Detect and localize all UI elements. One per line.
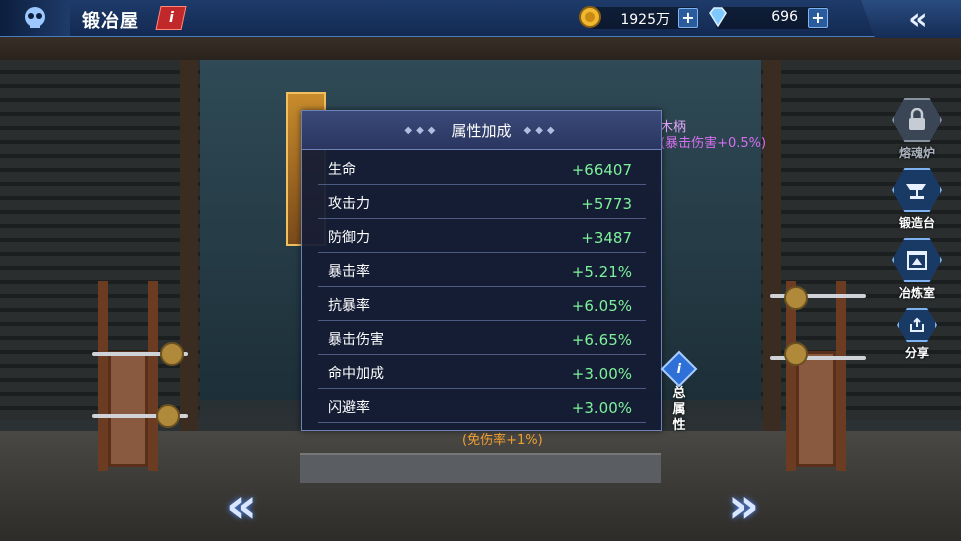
- attr-row-crit-damage: 暴击伤害 +6.65%: [318, 321, 646, 355]
- gold-value: 1925万: [620, 12, 670, 28]
- side-menu-label: 锻造台: [898, 216, 935, 230]
- add-diamond-button[interactable]: +: [808, 8, 828, 28]
- attr-name: 生命: [328, 162, 356, 178]
- next-page-chevron-icon[interactable]: »: [728, 482, 759, 530]
- floor-platform: [300, 453, 661, 483]
- katana-guard-left-1: [160, 342, 184, 366]
- prev-page-chevron-icon[interactable]: «: [226, 482, 257, 530]
- attr-value: +5773: [581, 195, 632, 213]
- total-attributes-button[interactable]: i 总属性: [660, 350, 698, 434]
- info-icon: i: [168, 10, 174, 26]
- attr-name: 攻击力: [328, 196, 370, 212]
- side-menu-forge-table[interactable]: 锻造台: [891, 168, 943, 231]
- share-icon: [897, 308, 937, 342]
- side-menu-label: 分享: [904, 346, 929, 360]
- anvil-icon: [892, 168, 942, 212]
- info-diamond-icon: i: [660, 350, 698, 388]
- top-bar: 锻冶屋 i 1925万 + 696 + «: [0, 0, 961, 38]
- side-menu-label: 冶炼室: [898, 286, 935, 300]
- attr-value: +3487: [581, 229, 632, 247]
- side-menu-soul-furnace[interactable]: 熔魂炉: [891, 98, 943, 161]
- panel-title: 属性加成: [451, 121, 512, 140]
- attr-name: 防御力: [328, 230, 370, 246]
- attr-name: 抗暴率: [328, 298, 370, 314]
- attr-value: +3.00%: [571, 365, 632, 383]
- attribute-bonus-panel: ◆◆◆ 属性加成 ◆◆◆ 生命 +66407 攻击力 +5773 防御力 +34…: [301, 110, 662, 431]
- left-pillar: [180, 60, 198, 440]
- skull-emblem-icon: [0, 0, 70, 36]
- katana-guard-right-2: [784, 342, 808, 366]
- attr-value: +6.05%: [571, 297, 632, 315]
- attr-row-defense: 防御力 +3487: [318, 219, 646, 253]
- coin-icon: [578, 5, 602, 29]
- info-button[interactable]: i: [155, 6, 187, 30]
- decoration-dots-icon: ◆◆◆: [523, 124, 559, 136]
- double-chevron-left-icon: «: [908, 1, 928, 37]
- attr-row-crit-resist: 抗暴率 +6.05%: [318, 287, 646, 321]
- attr-name: 暴击伤害: [328, 332, 384, 348]
- furnace-icon: [892, 238, 942, 282]
- side-menu-share[interactable]: 分享: [891, 308, 943, 361]
- side-menu-smelting-room[interactable]: 冶炼室: [891, 238, 943, 301]
- attr-value: +3.00%: [571, 399, 632, 417]
- attr-value: +66407: [571, 161, 632, 179]
- attr-value: +6.65%: [571, 331, 632, 349]
- page-title: 锻冶屋: [82, 11, 139, 32]
- total-attributes-label: 总属性: [672, 386, 686, 433]
- diamond-icon: [706, 5, 730, 29]
- equipment-bonus-partial: (暴击伤害+0.5%): [660, 136, 767, 151]
- right-pillar: [763, 60, 781, 440]
- attr-name: 暴击率: [328, 264, 370, 280]
- side-menu-label: 熔魂炉: [898, 146, 935, 160]
- panel-header: ◆◆◆ 属性加成 ◆◆◆: [302, 111, 661, 150]
- back-button[interactable]: «: [861, 0, 961, 38]
- lock-icon: [892, 98, 942, 142]
- attr-name: 闪避率: [328, 400, 370, 416]
- katana-guard-right-1: [784, 286, 808, 310]
- attr-row-attack: 攻击力 +5773: [318, 185, 646, 219]
- attr-name: 命中加成: [328, 366, 384, 382]
- sword-rack-left: [98, 281, 158, 471]
- attr-row-hp: 生命 +66407: [318, 151, 646, 185]
- decoration-dots-icon: ◆◆◆: [404, 124, 440, 136]
- attr-row-crit-rate: 暴击率 +5.21%: [318, 253, 646, 287]
- attr-row-hit-bonus: 命中加成 +3.00%: [318, 355, 646, 389]
- add-gold-button[interactable]: +: [678, 8, 698, 28]
- katana-guard-left-2: [156, 404, 180, 428]
- attr-value: +5.21%: [571, 263, 632, 281]
- diamond-value: 696: [771, 9, 798, 25]
- ceiling-beam: [0, 34, 961, 60]
- damage-reduction-bonus-text: (免伤率+1%): [462, 433, 543, 448]
- attr-row-dodge: 闪避率 +3.00%: [318, 389, 646, 423]
